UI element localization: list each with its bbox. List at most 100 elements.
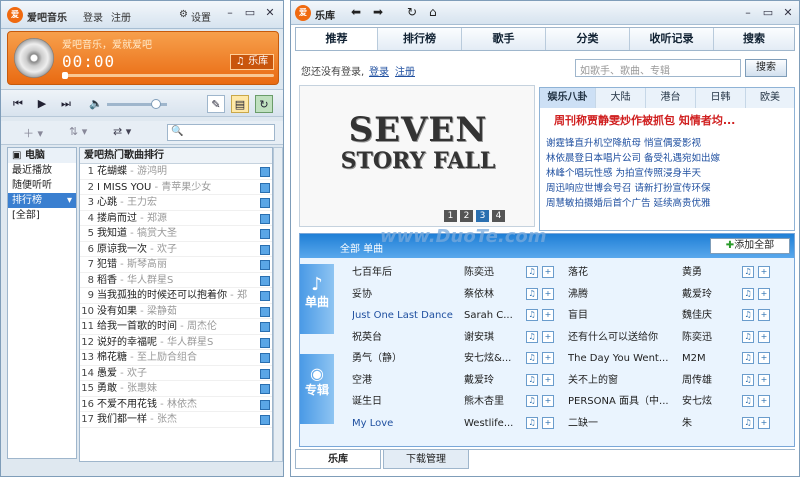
- library-close-button[interactable]: ✕: [779, 5, 797, 21]
- forward-icon[interactable]: ➡: [373, 5, 383, 19]
- add-song-icon[interactable]: +: [758, 416, 770, 429]
- search-input[interactable]: 🔍: [167, 124, 275, 141]
- bottom-tab-library[interactable]: 乐库: [295, 450, 381, 469]
- next-icon[interactable]: ⏭: [57, 95, 75, 113]
- rec-song-title[interactable]: 妥协: [352, 284, 460, 305]
- song-row[interactable]: 15 勇敢 - 张惠妹: [80, 381, 272, 397]
- rec-song-artist[interactable]: 安七炫&...: [464, 348, 522, 369]
- library-maximize-button[interactable]: ▭: [759, 5, 777, 21]
- add-to-list-icon[interactable]: [260, 275, 270, 286]
- rec-song-artist[interactable]: 魏佳庆: [682, 305, 740, 326]
- news-item[interactable]: 周慧敏拍摄婚后首个广告 延续高贵优雅: [546, 196, 792, 211]
- add-song-icon[interactable]: +: [542, 330, 554, 343]
- news-headline[interactable]: 周刊称贾静雯炒作被抓包 知情者均...: [554, 112, 735, 128]
- song-list-scrollbar[interactable]: [273, 147, 283, 462]
- rec-song-artist[interactable]: 戴爱玲: [682, 284, 740, 305]
- rec-song-artist[interactable]: 谢安琪: [464, 327, 522, 348]
- rec-song-title[interactable]: 二缺一: [568, 413, 676, 434]
- banner[interactable]: SEVEN STORY FALL 1 2 3 4: [299, 85, 535, 227]
- song-row[interactable]: 17 我们都一样 - 张杰: [80, 412, 272, 428]
- listen-icon[interactable]: ♫: [526, 309, 538, 321]
- add-song-icon[interactable]: +: [542, 373, 554, 386]
- add-song-icon[interactable]: +: [758, 352, 770, 364]
- home-icon[interactable]: ⌂: [429, 5, 437, 19]
- category-all[interactable]: [全部]: [8, 208, 76, 223]
- previous-icon[interactable]: ⏮: [9, 95, 27, 113]
- refresh-icon[interactable]: ↻: [407, 5, 417, 19]
- settings-menu[interactable]: 设置: [191, 9, 211, 24]
- category-chart[interactable]: 排行榜 ▾: [8, 193, 76, 208]
- add-song-icon[interactable]: +: [758, 330, 770, 343]
- add-to-list-icon[interactable]: [260, 244, 270, 255]
- add-song-icon[interactable]: +: [542, 395, 554, 407]
- add-to-list-icon[interactable]: [260, 291, 270, 301]
- listen-icon[interactable]: ♫: [742, 266, 754, 278]
- minimize-button[interactable]: –: [221, 5, 239, 21]
- news-item[interactable]: 林依晨登日本唱片公司 备受礼遇宛如出嫁: [546, 151, 792, 166]
- volume-handle[interactable]: [151, 99, 161, 109]
- song-row[interactable]: 5 我知道 - 犒赏大圣: [80, 226, 272, 242]
- listen-icon[interactable]: ♫: [526, 352, 538, 364]
- news-tab-gossip[interactable]: 娱乐八卦: [540, 88, 596, 108]
- rec-song-title[interactable]: Just One Last Dance: [352, 305, 460, 326]
- add-song-icon[interactable]: +: [542, 266, 554, 278]
- single-side-tab[interactable]: ♪ 单曲: [300, 264, 334, 334]
- rec-song-title[interactable]: The Day You Went...: [568, 348, 676, 369]
- news-tab-jpkr[interactable]: 日韩: [696, 88, 746, 108]
- add-song-icon[interactable]: +: [758, 266, 770, 278]
- banner-page-2[interactable]: 2: [460, 210, 473, 222]
- register-menu[interactable]: 注册: [111, 9, 131, 24]
- rec-song-title[interactable]: 七百年后: [352, 262, 460, 283]
- add-song-icon[interactable]: +: [758, 309, 770, 321]
- login-menu[interactable]: 登录: [83, 9, 103, 24]
- banner-page-3[interactable]: 3: [476, 210, 489, 222]
- category-header[interactable]: ▣ 电脑: [8, 148, 76, 163]
- rec-song-title[interactable]: 落花: [568, 262, 676, 283]
- rec-song-title[interactable]: 勇气（静）: [352, 348, 460, 369]
- add-to-list-icon[interactable]: [260, 182, 270, 193]
- add-all-button[interactable]: ✚添加全部: [710, 238, 790, 254]
- rec-song-title[interactable]: PERSONA 面具（中...: [568, 391, 676, 412]
- rec-song-artist[interactable]: 黄勇: [682, 262, 740, 283]
- listen-icon[interactable]: ♫: [742, 395, 754, 407]
- rec-song-artist[interactable]: Westlife...: [464, 413, 522, 434]
- listen-icon[interactable]: ♫: [526, 330, 538, 343]
- listen-icon[interactable]: ♫: [526, 287, 538, 300]
- album-side-tab[interactable]: ◉ 专辑: [300, 354, 334, 424]
- news-item[interactable]: 谢霆锋直升机空降航母 悄宣偶爱影视: [546, 136, 792, 151]
- tab-search[interactable]: 搜索: [714, 28, 794, 50]
- song-row[interactable]: 3 心跳 - 王力宏: [80, 195, 272, 211]
- rec-song-artist[interactable]: M2M: [682, 348, 740, 369]
- library-search-button[interactable]: 搜索: [745, 59, 787, 77]
- progress-handle[interactable]: [62, 72, 68, 79]
- listen-icon[interactable]: ♫: [526, 373, 538, 386]
- bottom-tab-downloads[interactable]: 下载管理: [383, 450, 469, 469]
- rec-song-title[interactable]: 还有什么可以送给你: [568, 327, 676, 348]
- rec-song-artist[interactable]: 朱: [682, 413, 740, 434]
- library-search-input[interactable]: 如歌手、歌曲、专辑: [575, 59, 741, 77]
- song-row[interactable]: 14 愚爱 - 欢子: [80, 366, 272, 381]
- rec-song-artist[interactable]: 陈奕迅: [682, 327, 740, 348]
- news-item[interactable]: 林峰个唱玩性感 为拍宣传照浸身半天: [546, 166, 792, 181]
- listen-icon[interactable]: ♫: [742, 416, 754, 429]
- add-song-icon[interactable]: +: [542, 352, 554, 364]
- song-row[interactable]: 16 不爱不用花钱 - 林依杰: [80, 397, 272, 412]
- mode-icon[interactable]: ↻: [255, 95, 273, 113]
- add-song-icon[interactable]: +: [758, 287, 770, 300]
- song-row[interactable]: 2I MISS YOU - 青苹果少女: [80, 180, 272, 195]
- add-to-list-icon[interactable]: [260, 384, 270, 394]
- library-button[interactable]: ♫ 乐库: [230, 54, 274, 70]
- song-row[interactable]: 7 犯错 - 斯琴高丽: [80, 257, 272, 273]
- rec-song-title[interactable]: 盲目: [568, 305, 676, 326]
- add-to-list-icon[interactable]: [260, 322, 270, 332]
- listen-icon[interactable]: ♫: [742, 287, 754, 300]
- category-recent[interactable]: 最近播放: [8, 163, 76, 178]
- song-row[interactable]: 11 给我一首歌的时间 - 周杰伦: [80, 319, 272, 335]
- tab-charts[interactable]: 排行榜: [378, 28, 462, 50]
- back-icon[interactable]: ⬅: [351, 5, 361, 19]
- listen-icon[interactable]: ♫: [526, 416, 538, 429]
- rec-song-artist[interactable]: Sarah C...: [464, 305, 522, 326]
- add-to-list-icon[interactable]: [260, 167, 270, 177]
- category-random[interactable]: 随便听听: [8, 178, 76, 193]
- login-link[interactable]: 登录: [369, 63, 389, 78]
